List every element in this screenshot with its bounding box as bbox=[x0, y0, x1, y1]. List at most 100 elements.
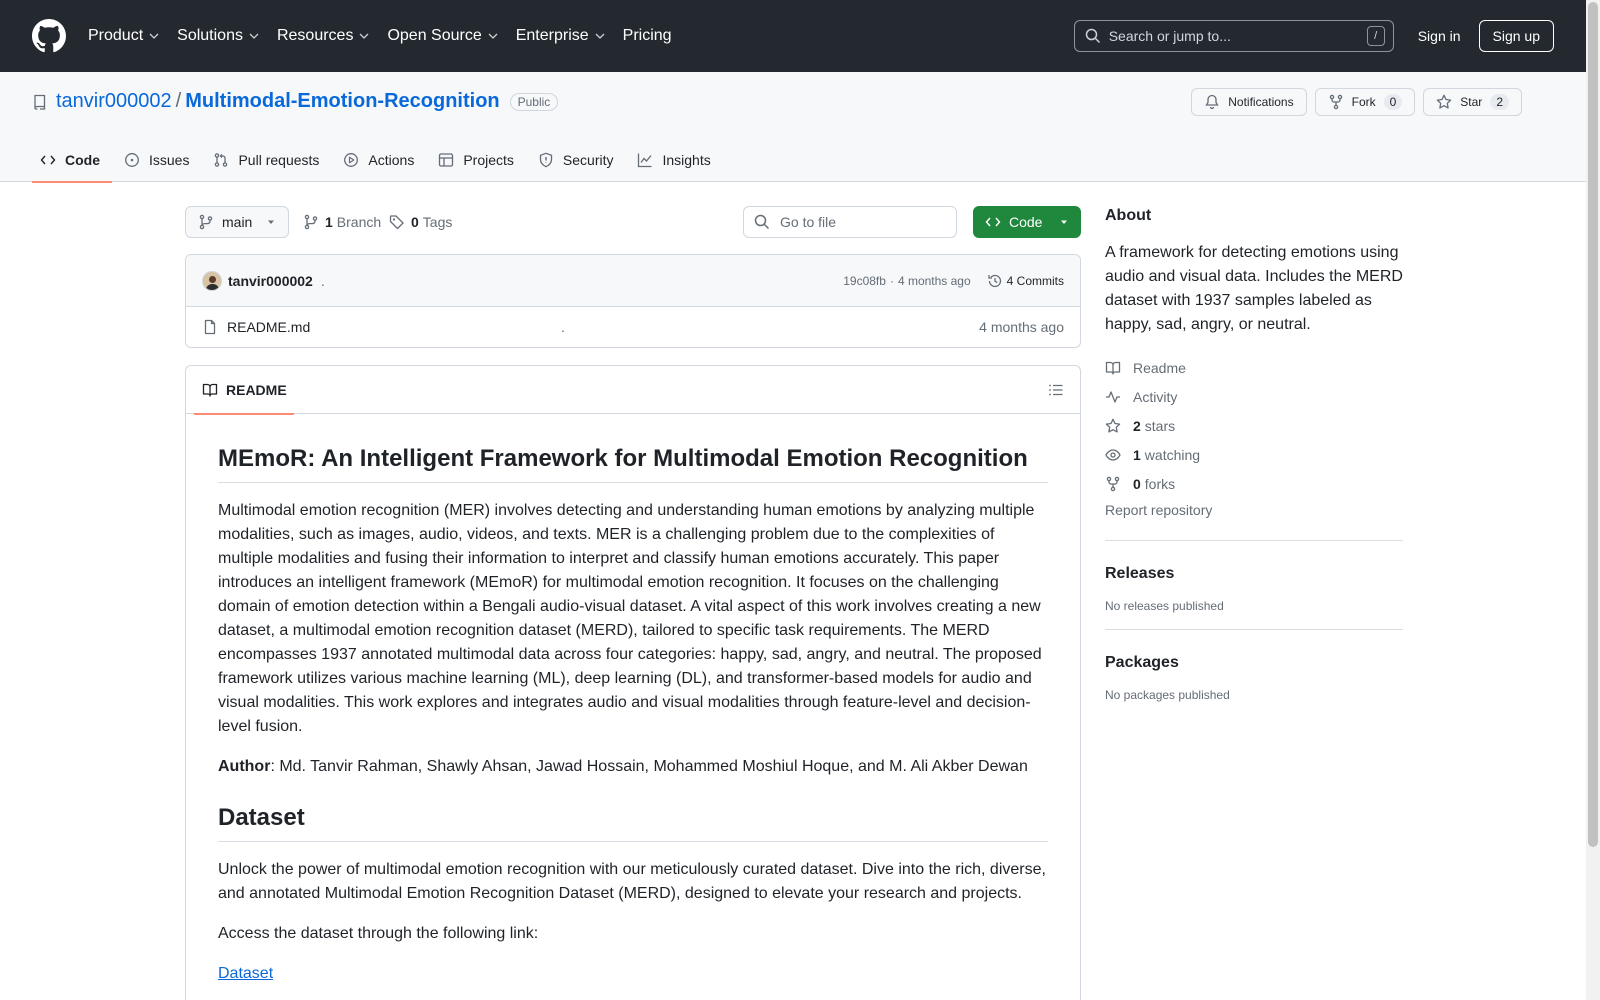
tab-pull-requests-label: Pull requests bbox=[238, 152, 320, 168]
branch-select[interactable]: main bbox=[185, 206, 289, 238]
search-shortcut-key: / bbox=[1366, 26, 1385, 46]
search-input[interactable]: Search or jump to... / bbox=[1073, 20, 1394, 52]
tab-projects[interactable]: Projects bbox=[430, 138, 526, 182]
tab-pull-requests[interactable]: Pull requests bbox=[205, 138, 331, 182]
about-sidebar: About A framework for detecting emotions… bbox=[1105, 207, 1403, 702]
tab-issues-label: Issues bbox=[149, 152, 190, 168]
chevron-down-icon bbox=[359, 33, 369, 39]
readme-panel: README MEmoR: An Intelligent Framework f… bbox=[185, 365, 1081, 1000]
chevron-down-icon bbox=[149, 33, 159, 39]
scrollbar-thumb[interactable] bbox=[1588, 2, 1598, 847]
tag-count: 0 bbox=[411, 214, 419, 230]
nav-resources[interactable]: Resources bbox=[277, 27, 370, 45]
star-button[interactable]: Star 2 bbox=[1423, 88, 1522, 116]
search-icon bbox=[1085, 28, 1100, 44]
table-icon bbox=[439, 153, 454, 167]
file-name-link[interactable]: README.md bbox=[227, 319, 310, 335]
go-to-file-input[interactable]: Go to file bbox=[743, 206, 957, 238]
play-circle-icon bbox=[344, 153, 359, 167]
stars-label: stars bbox=[1144, 417, 1176, 434]
sign-in-link[interactable]: Sign in bbox=[1406, 28, 1473, 44]
repo-tabs: Code Issues Pull requests Actions Projec… bbox=[32, 138, 727, 183]
file-toolbar: main 1 Branch 0 Tags Go to file Code bbox=[185, 206, 1081, 238]
readme-tab[interactable]: README bbox=[194, 366, 295, 415]
commit-message[interactable]: . bbox=[321, 273, 325, 289]
graph-icon bbox=[638, 153, 652, 168]
releases-heading[interactable]: Releases bbox=[1105, 565, 1403, 583]
forks-label: forks bbox=[1144, 475, 1176, 492]
divider bbox=[1105, 629, 1403, 630]
dataset-link[interactable]: Dataset bbox=[218, 965, 273, 982]
list-icon[interactable] bbox=[1048, 382, 1064, 398]
nav-pricing-label: Pricing bbox=[622, 27, 672, 44]
issue-icon bbox=[125, 153, 139, 167]
nav-enterprise-label: Enterprise bbox=[515, 27, 589, 44]
tags-link[interactable]: 0 Tags bbox=[389, 206, 452, 238]
branch-name: main bbox=[222, 214, 253, 230]
github-logo-icon[interactable] bbox=[32, 19, 66, 53]
commit-time: 4 months ago bbox=[897, 273, 971, 288]
nav-enterprise[interactable]: Enterprise bbox=[516, 27, 606, 45]
fork-counter: 0 bbox=[1383, 94, 1403, 110]
tab-projects-label: Projects bbox=[463, 152, 514, 168]
tag-icon bbox=[389, 215, 404, 230]
file-commit-message[interactable]: . bbox=[561, 319, 565, 335]
watchers-link[interactable]: 1 watching bbox=[1105, 440, 1403, 469]
git-branch-icon bbox=[304, 214, 318, 230]
tab-code[interactable]: Code bbox=[32, 138, 112, 183]
readme-authors: Author: Md. Tanvir Rahman, Shawly Ahsan,… bbox=[218, 755, 1048, 779]
code-dropdown-button[interactable]: Code bbox=[973, 206, 1081, 238]
tab-insights[interactable]: Insights bbox=[629, 138, 722, 182]
triangle-down-icon bbox=[268, 220, 274, 224]
repo-actions: Notifications Fork 0 Star 2 bbox=[1183, 88, 1522, 116]
sign-up-button[interactable]: Sign up bbox=[1478, 20, 1554, 52]
commits-history-link[interactable]: 4 Commits bbox=[987, 273, 1064, 289]
chevron-down-icon bbox=[595, 33, 605, 39]
nav-product[interactable]: Product bbox=[88, 27, 160, 45]
branches-link[interactable]: 1 Branch bbox=[303, 206, 381, 238]
about-heading: About bbox=[1105, 207, 1152, 224]
star-label: Star bbox=[1460, 95, 1483, 109]
activity-link[interactable]: Activity bbox=[1105, 382, 1403, 411]
forks-link[interactable]: 0 forks bbox=[1105, 469, 1403, 498]
commit-hash[interactable]: 19c08fb bbox=[843, 274, 886, 288]
notifications-label: Notifications bbox=[1228, 95, 1294, 109]
header-right: Search or jump to... / Sign in Sign up bbox=[1073, 0, 1554, 72]
star-counter: 2 bbox=[1490, 94, 1509, 110]
page-scrollbar[interactable] bbox=[1586, 0, 1600, 1000]
triangle-down-icon bbox=[1061, 220, 1067, 224]
file-commit-time: 4 months ago bbox=[979, 319, 1064, 335]
visibility-badge: Public bbox=[509, 92, 559, 111]
chevron-down-icon bbox=[488, 33, 498, 39]
packages-heading[interactable]: Packages bbox=[1105, 654, 1403, 672]
stars-link[interactable]: 2 stars bbox=[1105, 411, 1403, 440]
nav-solutions[interactable]: Solutions bbox=[177, 27, 260, 45]
code-icon bbox=[985, 217, 1001, 227]
watching-count: 1 bbox=[1133, 446, 1141, 463]
branch-count-label: Branch bbox=[336, 214, 382, 230]
notifications-button[interactable]: Notifications bbox=[1191, 88, 1307, 116]
repo-name-link[interactable]: Multimodal-Emotion-Recognition bbox=[185, 90, 499, 113]
tab-security[interactable]: Security bbox=[530, 138, 626, 182]
report-repository-link[interactable]: Report repository bbox=[1105, 502, 1403, 524]
fork-button[interactable]: Fork 0 bbox=[1314, 88, 1416, 116]
nav-pricing[interactable]: Pricing bbox=[623, 27, 672, 45]
commit-author-link[interactable]: tanvir000002 bbox=[228, 273, 313, 289]
code-icon bbox=[40, 155, 56, 165]
forks-count: 0 bbox=[1133, 475, 1141, 492]
book-icon bbox=[1105, 361, 1121, 375]
avatar[interactable] bbox=[202, 270, 222, 291]
repo-owner-link[interactable]: tanvir000002 bbox=[56, 90, 172, 113]
nav-resources-label: Resources bbox=[276, 27, 354, 44]
tab-security-label: Security bbox=[562, 152, 614, 168]
tag-count-label: Tags bbox=[422, 214, 453, 230]
tab-issues[interactable]: Issues bbox=[116, 138, 201, 182]
latest-commit-row: tanvir000002 . 19c08fb · 4 months ago 4 … bbox=[186, 255, 1080, 307]
tab-actions[interactable]: Actions bbox=[335, 138, 426, 182]
repo-header: tanvir000002 / Multimodal-Emotion-Recogn… bbox=[0, 72, 1586, 183]
table-row[interactable]: README.md . 4 months ago bbox=[186, 307, 1080, 347]
readme-link[interactable]: Readme bbox=[1105, 353, 1403, 382]
search-placeholder: Search or jump to... bbox=[1108, 28, 1231, 44]
nav-open-source[interactable]: Open Source bbox=[387, 27, 498, 45]
author-label: Author bbox=[218, 758, 271, 775]
